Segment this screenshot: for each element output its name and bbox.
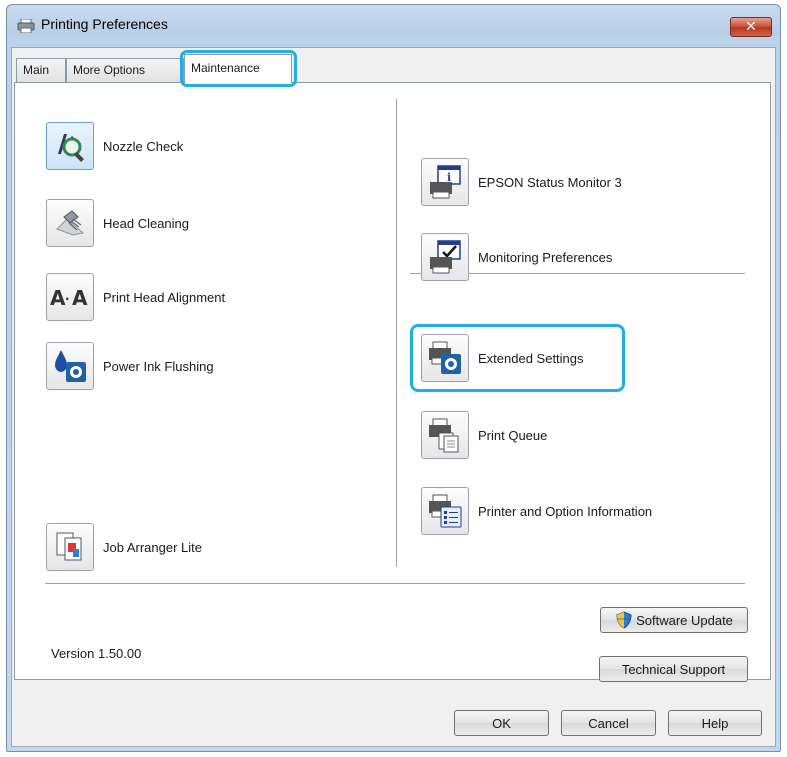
epson-status-monitor-button[interactable]: i EPSON Status Monitor 3 (421, 158, 622, 206)
print-head-alignment-icon: A · A (46, 273, 94, 321)
help-label: Help (701, 715, 729, 731)
technical-support-label: Technical Support (621, 661, 726, 677)
dialog-client-area: Main More Options Maintenance Nozzle Che… (11, 47, 776, 747)
extended-settings-icon (421, 334, 469, 382)
maintenance-tab-highlight (180, 50, 297, 87)
extended-settings-label: Extended Settings (478, 350, 584, 366)
bottom-divider (45, 583, 745, 584)
shield-icon (616, 611, 632, 629)
power-ink-flushing-label: Power Ink Flushing (103, 358, 214, 374)
job-arranger-lite-label: Job Arranger Lite (103, 539, 203, 555)
nozzle-check-icon (46, 122, 94, 170)
nozzle-check-button[interactable]: Nozzle Check (46, 122, 183, 170)
monitoring-preferences-icon (421, 233, 469, 281)
job-arranger-lite-button[interactable]: Job Arranger Lite (46, 523, 202, 571)
tab-more-options[interactable]: More Options (66, 58, 184, 82)
software-update-button[interactable]: Software Update (600, 607, 748, 633)
svg-text:·: · (65, 292, 70, 306)
vertical-divider (396, 99, 397, 567)
epson-status-monitor-label: EPSON Status Monitor 3 (478, 174, 622, 190)
printer-option-information-label: Printer and Option Information (478, 503, 653, 519)
head-cleaning-label: Head Cleaning (103, 215, 190, 231)
maintenance-panel: Nozzle Check Head Cleaning A · A Print H… (14, 82, 771, 682)
printer-info-icon (421, 487, 469, 535)
power-ink-flushing-icon (46, 342, 94, 390)
job-arranger-icon (46, 523, 94, 571)
monitoring-preferences-button[interactable]: Monitoring Preferences (421, 233, 612, 281)
cancel-button[interactable]: Cancel (561, 710, 656, 736)
monitoring-preferences-label: Monitoring Preferences (478, 249, 613, 265)
ok-button[interactable]: OK (454, 710, 549, 736)
svg-text:A: A (50, 286, 66, 310)
technical-support-button[interactable]: Technical Support (599, 656, 748, 682)
printing-preferences-window: Printing Preferences ✕ Main More Options… (6, 4, 781, 752)
tab-main[interactable]: Main (16, 58, 66, 82)
ok-label: OK (492, 715, 511, 731)
printer-option-information-button[interactable]: Printer and Option Information (421, 487, 652, 535)
close-icon: ✕ (745, 18, 757, 34)
print-queue-icon (421, 411, 469, 459)
window-title: Printing Preferences (41, 16, 168, 32)
print-head-alignment-button[interactable]: A · A Print Head Alignment (46, 273, 225, 321)
printer-icon (17, 19, 35, 33)
nozzle-check-label: Nozzle Check (103, 138, 184, 154)
print-head-alignment-label: Print Head Alignment (103, 289, 226, 305)
head-cleaning-icon (46, 199, 94, 247)
power-ink-flushing-button[interactable]: Power Ink Flushing (46, 342, 214, 390)
status-monitor-icon: i (421, 158, 469, 206)
print-queue-label: Print Queue (478, 427, 548, 443)
extended-settings-button[interactable]: Extended Settings (421, 334, 584, 382)
close-button[interactable]: ✕ (730, 17, 772, 37)
head-cleaning-button[interactable]: Head Cleaning (46, 199, 189, 247)
help-button[interactable]: Help (668, 710, 762, 736)
title-bar: Printing Preferences ✕ (7, 5, 780, 45)
print-queue-button[interactable]: Print Queue (421, 411, 547, 459)
software-update-label: Software Update (636, 612, 733, 628)
cancel-label: Cancel (588, 715, 629, 731)
version-text: Version 1.50.00 (51, 646, 142, 661)
svg-text:A: A (72, 286, 88, 310)
